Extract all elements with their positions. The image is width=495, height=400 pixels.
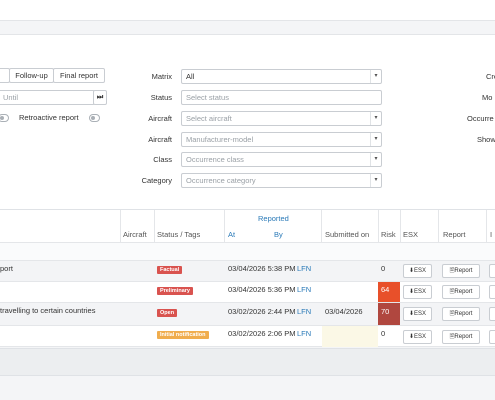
table-row[interactable]: travelling to certain countries Open 03/… xyxy=(0,302,495,325)
row-action-button[interactable] xyxy=(489,264,495,278)
report-label: Report xyxy=(454,334,473,340)
reported-at: 03/04/2026 5:36 PM xyxy=(228,285,296,294)
show-label: Show xyxy=(477,135,495,144)
last-page-icon[interactable]: ⏭ xyxy=(93,90,107,105)
filter-panel: Follow-up Final report Until ⏭ Retroacti… xyxy=(0,59,495,210)
sub-header-bar xyxy=(0,34,495,60)
chevron-down-icon: ▾ xyxy=(370,153,381,166)
created-label: Cre xyxy=(486,72,495,81)
col-status-tags[interactable]: Status / Tags xyxy=(157,230,200,239)
occurrence-label: Occurre xyxy=(467,114,494,123)
aircraft-model-label: Aircraft xyxy=(148,135,172,144)
reported-by[interactable]: LFN xyxy=(297,329,311,338)
modified-label: Mo xyxy=(482,93,493,102)
risk-value: 0 xyxy=(381,264,386,273)
chevron-down-icon: ▾ xyxy=(370,112,381,125)
report-label: Report xyxy=(454,289,473,295)
chevron-down-icon: ▾ xyxy=(370,133,381,146)
reported-by[interactable]: LFN xyxy=(297,307,311,316)
reported-at: 03/02/2026 2:06 PM xyxy=(228,329,296,338)
col-reported-by[interactable]: By xyxy=(274,230,283,239)
reported-at: 03/04/2026 5:38 PM xyxy=(228,264,296,273)
col-esx[interactable]: ESX xyxy=(403,230,418,239)
retroactive-report-label: Retroactive report xyxy=(19,113,79,122)
table-row[interactable]: Preliminary 03/04/2026 5:36 PM LFN 64 ⬇E… xyxy=(0,281,495,302)
tab-final-report[interactable]: Final report xyxy=(53,68,105,83)
risk-value: 70 xyxy=(381,307,390,316)
reported-by[interactable]: LFN xyxy=(297,264,311,273)
row-title: port xyxy=(0,264,13,273)
status-tag: Preliminary xyxy=(157,287,193,295)
aircraft-label: Aircraft xyxy=(148,114,172,123)
category-label: Category xyxy=(141,176,172,185)
reported-by[interactable]: LFN xyxy=(297,285,311,294)
top-bar xyxy=(0,0,495,21)
submitted-on: 03/04/2026 xyxy=(325,307,363,316)
col-report[interactable]: Report xyxy=(443,230,466,239)
row-action-button[interactable] xyxy=(489,330,495,344)
col-aircraft[interactable]: Aircraft xyxy=(123,230,147,239)
tab-follow-up[interactable]: Follow-up xyxy=(9,68,54,83)
report-button[interactable]: 🗎Report xyxy=(442,307,480,321)
until-date-input[interactable]: Until xyxy=(0,90,95,105)
col-submitted-on[interactable]: Submitted on xyxy=(325,230,369,239)
reported-at: 03/02/2026 2:44 PM xyxy=(228,307,296,316)
status-tag: Factual xyxy=(157,266,183,274)
category-select[interactable]: Occurrence category ▾ xyxy=(181,173,382,188)
esx-label: ESX xyxy=(414,311,427,317)
class-label: Class xyxy=(153,155,172,164)
report-button[interactable]: 🗎Report xyxy=(442,264,480,278)
table-row[interactable]: Initial notification 03/02/2026 2:06 PM … xyxy=(0,325,495,347)
col-reported-at[interactable]: At xyxy=(228,230,235,239)
aircraft-select[interactable]: Select aircraft ▾ xyxy=(181,111,382,126)
risk-value: 64 xyxy=(381,285,390,294)
occurrence-table: Aircraft Status / Tags Reported At By Su… xyxy=(0,210,495,347)
manufacturer-model-placeholder: Manufacturer-model xyxy=(186,135,254,144)
retroactive-report-toggle[interactable] xyxy=(89,114,100,122)
matrix-value: All xyxy=(186,72,195,81)
chevron-down-icon: ▾ xyxy=(370,70,381,83)
toggle-left[interactable] xyxy=(0,114,9,122)
report-label: Report xyxy=(454,268,473,274)
table-row[interactable]: port Factual 03/04/2026 5:38 PM LFN 0 ⬇E… xyxy=(0,260,495,281)
col-last[interactable]: I xyxy=(490,230,492,239)
risk-value: 0 xyxy=(381,329,386,338)
group-row xyxy=(0,242,495,260)
submitted-empty-cell xyxy=(322,326,378,347)
esx-button[interactable]: ⬇ESX xyxy=(403,264,432,278)
manufacturer-model-select[interactable]: Manufacturer-model ▾ xyxy=(181,132,382,147)
class-placeholder: Occurrence class xyxy=(186,155,244,164)
esx-label: ESX xyxy=(414,268,427,274)
table-footer xyxy=(0,348,495,376)
status-tag: Open xyxy=(157,309,178,317)
report-button[interactable]: 🗎Report xyxy=(442,285,480,299)
col-risk[interactable]: Risk xyxy=(381,230,396,239)
report-button[interactable]: 🗎Report xyxy=(442,330,480,344)
report-label: Report xyxy=(454,311,473,317)
status-tag: Initial notification xyxy=(157,331,209,339)
row-action-button[interactable] xyxy=(489,307,495,321)
chevron-down-icon: ▾ xyxy=(370,174,381,187)
status-select[interactable]: Select status xyxy=(181,90,382,105)
col-reported[interactable]: Reported xyxy=(258,214,289,223)
row-action-button[interactable] xyxy=(489,285,495,299)
row-title: travelling to certain countries xyxy=(0,306,96,315)
class-select[interactable]: Occurrence class ▾ xyxy=(181,152,382,167)
category-placeholder: Occurrence category xyxy=(186,176,256,185)
esx-button[interactable]: ⬇ESX xyxy=(403,330,432,344)
esx-label: ESX xyxy=(414,289,427,295)
esx-button[interactable]: ⬇ESX xyxy=(403,307,432,321)
esx-label: ESX xyxy=(414,334,427,340)
table-header xyxy=(0,210,495,243)
status-label: Status xyxy=(150,93,172,102)
aircraft-placeholder: Select aircraft xyxy=(186,114,232,123)
matrix-select[interactable]: All ▾ xyxy=(181,69,382,84)
matrix-label: Matrix xyxy=(151,72,172,81)
esx-button[interactable]: ⬇ESX xyxy=(403,285,432,299)
